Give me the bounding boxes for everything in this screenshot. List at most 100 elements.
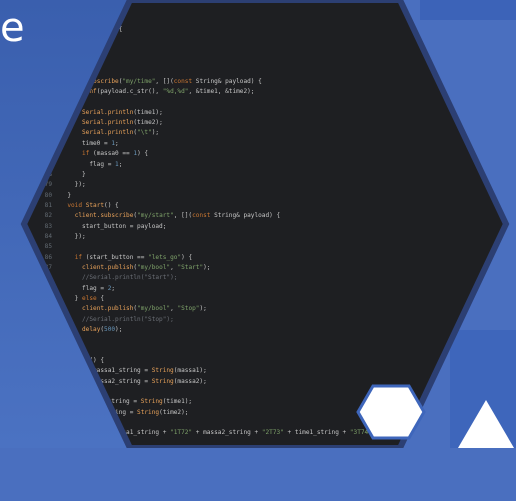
code-token: intln — [93, 450, 112, 458]
code-token: ; — [111, 284, 116, 292]
code-token: 500 — [104, 326, 116, 333]
code-token: flag = — [60, 160, 116, 168]
code-token: () { — [104, 201, 119, 209]
code-line: 91 client.publish("my/bool", "Stop"); — [30, 304, 506, 314]
code-token: (time2); — [133, 119, 163, 127]
code-token: //Serial.println("Stop"); — [82, 315, 174, 323]
code-token: String — [137, 408, 160, 416]
code-token: void — [67, 201, 83, 209]
code-token: Serial.println — [82, 108, 134, 116]
code-line: } — [30, 346, 506, 356]
code-line: Serial.println(time1); — [30, 108, 506, 118]
code-token: ; — [118, 160, 123, 168]
small-hexagon-shape — [356, 384, 426, 440]
code-token: client.subscribe — [74, 212, 134, 220]
code-token: String — [151, 367, 174, 375]
code-line: (msg); — [30, 491, 510, 501]
code-token: } — [60, 170, 86, 178]
code-token: (massa0 == — [89, 150, 134, 158]
code-token: (time2); — [159, 408, 189, 416]
code-line: time0 = 1; — [30, 139, 506, 149]
code-line: String massa1_string = String(massa1); — [30, 366, 506, 376]
code-token: + time1_string + — [283, 429, 350, 437]
code-token: //Serial.println("Start"); — [82, 274, 178, 282]
code-token: (payload.c_str(), — [96, 88, 163, 96]
code-token: (time1); — [133, 108, 163, 116]
code-line: 90 } else { — [30, 294, 506, 304]
code-token: String — [151, 377, 174, 385]
code-token: Start — [85, 201, 105, 209]
code-token: } — [60, 294, 83, 302]
code-token: flag = — [60, 284, 108, 292]
code-token: } — [60, 191, 72, 199]
code-line: nt.subscribe("my/time", [](const String&… — [30, 77, 506, 87]
code-line: 87 client.publish("my/bool", "Start"); — [30, 263, 506, 273]
code-line: 84 }); — [30, 232, 506, 242]
code-token: (msg); — [96, 491, 119, 499]
code-token: "my/time" — [122, 77, 156, 85]
code-token: "Stop" — [177, 305, 200, 313]
code-token: ( — [104, 481, 108, 489]
code-token: , []( — [155, 77, 174, 85]
line-number: 84 — [44, 232, 52, 240]
code-token: String& payload) { — [192, 77, 262, 85]
code-token: time0 = — [60, 139, 112, 147]
code-token: String& payload) { — [210, 212, 281, 220]
code-token: () { — [89, 357, 105, 365]
code-line: 78 } — [30, 170, 506, 180]
code-line: sh(); — [30, 459, 510, 469]
code-token: const — [173, 77, 193, 85]
code-line: 93 delay(500); — [30, 325, 506, 335]
code-token: sh — [93, 460, 101, 468]
code-line: sh("my/bool1", "Stop"); — [30, 480, 510, 490]
code-token: start_button = payload; — [60, 222, 167, 230]
code-token: "2T73" — [261, 429, 284, 437]
code-line: Serial.println("\t"); — [30, 128, 506, 138]
code-token: , &time1, &time2); — [188, 88, 255, 96]
slide-title-fragment: e — [0, 5, 26, 51]
code-token: client.publish — [82, 263, 134, 271]
code-line: Serial.println(time2); — [30, 118, 506, 128]
code-token: { — [96, 294, 105, 302]
line-number: 83 — [44, 222, 52, 230]
accent-triangle — [458, 400, 514, 448]
code-token: ) { — [137, 150, 149, 158]
code-token: if — [74, 253, 83, 261]
code-line: 82 client.subscribe("my/start", [](const… — [30, 211, 506, 221]
code-token: "my/bool" — [137, 263, 171, 271]
code-token: "my/bool1" — [107, 481, 145, 489]
code-token: }); — [60, 232, 86, 240]
code-token: "my/start" — [137, 212, 174, 220]
code-token: (); — [100, 460, 112, 468]
code-line: intln(msg); — [30, 449, 510, 459]
code-token: "\t" — [137, 129, 152, 137]
code-line: 88 //Serial.println("Start"); — [30, 273, 506, 283]
code-line: 79 }); — [30, 180, 506, 190]
code-token: ); — [151, 129, 160, 137]
code-token: + massa2_string + — [192, 429, 262, 437]
code-token: Serial.println — [82, 129, 134, 137]
code-line: sscanf(payload.c_str(), "%d,%d", &time1,… — [30, 87, 506, 97]
code-token: Serial.println — [82, 119, 134, 127]
code-token: "Start" — [177, 263, 204, 271]
code-token: sh — [96, 481, 105, 489]
code-token: String — [140, 398, 163, 406]
code-line: 89 flag = 2; — [30, 284, 506, 294]
code-token: else — [82, 294, 97, 302]
accent-top-bar — [420, 0, 516, 20]
code-token: "1T72" — [170, 429, 193, 437]
code-token: ); — [115, 326, 123, 333]
line-number: 82 — [44, 212, 52, 220]
code-line: flag = 1; — [30, 160, 506, 170]
code-token: "%d,%d" — [162, 88, 189, 96]
